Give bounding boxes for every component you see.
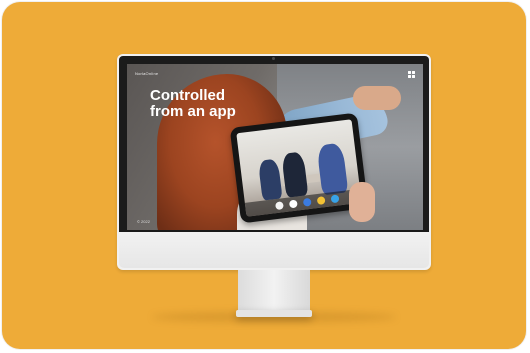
monitor-chin [119,232,429,268]
footer-text: © 2022 [137,219,150,224]
app-button-icon[interactable] [274,201,284,211]
tablet-screen [236,119,362,217]
app-button-icon[interactable] [316,196,326,206]
desktop-monitor: NorlaOnline Controlled from an app © 202… [117,54,431,270]
headline-line-1: Controlled [150,87,225,104]
grid-cell [408,71,411,74]
grid-cell [408,75,411,78]
monitor-stand [238,270,310,314]
grid-cell [412,71,415,74]
app-button-icon[interactable] [302,197,312,207]
meeting-person [316,142,349,196]
promo-card: NorlaOnline Controlled from an app © 202… [2,2,526,349]
grid-icon[interactable] [408,71,415,78]
monitor-bezel: NorlaOnline Controlled from an app © 202… [119,56,429,232]
feet-photo [353,86,401,110]
app-button-icon[interactable] [330,194,340,204]
meeting-person [257,158,283,201]
monitor-foot [236,310,312,317]
headline-line-2: from an app [150,103,236,120]
meeting-person [281,151,309,198]
grid-cell [412,75,415,78]
tablet-device [229,112,369,224]
camera-icon [272,57,275,60]
page-title: Controlled from an app [150,88,270,120]
hand-photo [349,182,375,222]
brand-label: NorlaOnline [135,71,159,76]
monitor-screen: NorlaOnline Controlled from an app © 202… [127,64,423,230]
app-button-icon[interactable] [288,199,298,209]
